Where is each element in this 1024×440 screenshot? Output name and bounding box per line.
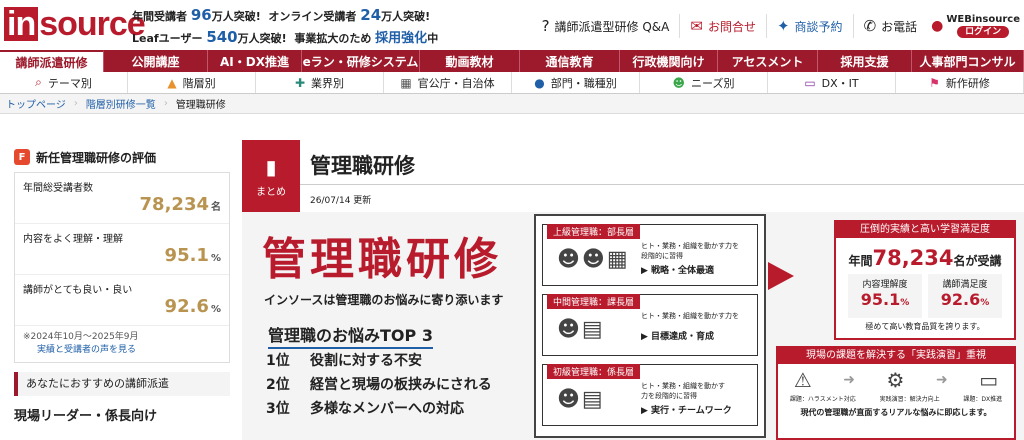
breadcrumb-level[interactable]: 階層別研修一覧 (86, 96, 156, 111)
summary-badge[interactable]: ▮ まとめ (242, 140, 300, 212)
update-date: 26/07/14 更新 (310, 196, 372, 206)
subnav-government[interactable]: ▦ 官公庁・自治体 (384, 72, 512, 93)
banner-title: 管理職研修 (262, 234, 502, 285)
insource-logo[interactable]: in source (4, 5, 146, 43)
handshake-icon: ✦ (776, 17, 790, 35)
top3-title: 管理職のお悩みTOP 3 (268, 322, 433, 349)
tier-middle: 中間管理職：課長層 ☻▤ ヒト・業務・組織を動かす力を ▶ 目標達成・育成 (542, 294, 758, 356)
nav-item-correspondence[interactable]: 通信教育 (520, 50, 620, 72)
tier-junior: 初級管理職：係長層 ☻▤ ヒト・業務・組織を動かす 力を段階的に習得 ▶ 実行・チ… (542, 364, 758, 426)
tier-panel: 上級管理職：部長層 ☻☻▦ ヒト・業務・組織を動かす力を 段階的に習得 ▶ 戦略・… (534, 214, 766, 438)
subnav-needs[interactable]: ☻ ニーズ別 (640, 72, 768, 93)
phone-link[interactable]: ✆ お電話 (852, 14, 928, 38)
nav-item-dispatch[interactable]: 講師派遣研修 (0, 50, 104, 72)
page-title: 管理職研修 (310, 154, 415, 178)
contact-link[interactable]: ✉ お問合せ (679, 14, 766, 38)
instructor-cell: 講師満足度 92.6% (928, 274, 1002, 318)
breadcrumb-current: 管理職研修 (175, 100, 226, 111)
flag-icon: ⚑ (929, 75, 940, 90)
header-stats: 年間受講者 96万人突破! オンライン受講者 24万人突破! Leafユーザー … (132, 6, 439, 46)
nav-item-government[interactable]: 行政機関向け (620, 50, 718, 72)
phone-icon: ✆ (863, 17, 877, 35)
stat-row: 講師がとても良い・良い 92.6% (15, 275, 229, 326)
sidebar-title: F 新任管理職研修の評価 (14, 146, 230, 168)
subnav-department[interactable]: ● 部門・職種別 (512, 72, 640, 93)
site-header: in source 年間受講者 96万人突破! オンライン受講者 24万人突破! … (0, 0, 1024, 50)
nav-item-hr-consult[interactable]: 人事部門コンサル (912, 50, 1024, 72)
rating-box: 年間総受講者数 78,234 名 内容をよく理解・理解 95.1% 講師がとても良… (14, 172, 230, 363)
consult-link[interactable]: ✦ 商談予約 (765, 14, 853, 38)
monitor-icon: ▭ (804, 75, 816, 90)
subnav-new[interactable]: ⚑ 新作研修 (896, 72, 1024, 93)
rank-item: 2位 経営と現場の板挟みにされる (266, 377, 492, 393)
recommend-header: あなたにおすすめの講師派遣 (14, 372, 230, 396)
sidebar: F 新任管理職研修の評価 年間総受講者数 78,234 名 内容をよく理解・理解 … (14, 146, 230, 363)
voice-link[interactable]: 実績と受講者の声を見る (23, 344, 221, 357)
sub-nav: ⌕ テーマ別 ▲ 階層別 ✚ 業界別 ▦ 官公庁・自治体 ● 部門・職種別 ☻ ニーズ別 ▭… (0, 72, 1024, 94)
subnav-dx-it[interactable]: ▭ DX・IT (768, 72, 896, 93)
warning-icon: ⚠ (793, 368, 812, 392)
rank-item: 1位 役割に対する不安 (266, 353, 422, 369)
web-icon: ● (931, 18, 944, 34)
question-icon: ? (541, 17, 550, 35)
subnav-theme[interactable]: ⌕ テーマ別 (0, 72, 128, 93)
nav-item-assessment[interactable]: アセスメント (718, 50, 818, 72)
stat-note: ※2024年10月～2025年9月 実績と受講者の声を見る (15, 326, 229, 362)
arrow-right-icon: ➜ (843, 372, 855, 388)
pyramid-icon: ▲ (167, 75, 177, 90)
rank-item: 3位 多様なメンバーへの対応 (266, 401, 464, 417)
recommend-item[interactable]: 現場リーダー・係長向け (14, 405, 157, 424)
mail-icon: ✉ (690, 17, 703, 35)
people-icon: ☻☻▦ (557, 247, 630, 272)
arrow-right-icon: ➜ (936, 372, 948, 388)
nav-item-public[interactable]: 公開講座 (104, 50, 208, 72)
breadcrumb: トップページ › 階層別研修一覧 › 管理職研修 (0, 94, 1024, 114)
gear-icon: ⚙ (886, 368, 905, 392)
team-icon: ☻▤ (557, 387, 605, 412)
subnav-industry[interactable]: ✚ 業界別 (256, 72, 384, 93)
person-icon: ☻▤ (557, 317, 605, 342)
header-links: ? 講師派遣型研修 Q&A ✉ お問合せ ✦ 商談予約 ✆ お電話 ● WEBinsou… (532, 10, 1024, 42)
achievement-box: 圧倒的実績と高い学習満足度 年間78,234名が受講 内容理解度 95.1% 講師… (834, 220, 1016, 340)
search-icon: ⌕ (35, 75, 42, 89)
nav-item-video[interactable]: 動画教材 (420, 50, 520, 72)
nav-item-recruit[interactable]: 採用支援 (818, 50, 912, 72)
tier-senior: 上級管理職：部長層 ☻☻▦ ヒト・業務・組織を動かす力を 段階的に習得 ▶ 戦略・… (542, 224, 758, 286)
title-divider (300, 184, 1024, 185)
stat-row: 内容をよく理解・理解 95.1% (15, 224, 229, 275)
people-icon: ☻ (672, 75, 686, 90)
nav-item-ai-dx[interactable]: AI・DX推進 (208, 50, 302, 72)
breadcrumb-top[interactable]: トップページ (0, 96, 66, 111)
qa-link[interactable]: ? 講師派遣型研修 Q&A (532, 14, 680, 38)
banner-subtitle: インソースは管理職のお悩みに寄り添います (264, 293, 504, 307)
login-button[interactable]: ● WEBinsource ログイン (927, 10, 1024, 42)
person-icon: ● (534, 75, 545, 90)
industry-icon: ✚ (294, 75, 306, 90)
understanding-cell: 内容理解度 95.1% (848, 274, 922, 318)
arrow-right-icon (768, 262, 794, 290)
computer-icon: ▭ (979, 368, 999, 392)
main-nav: 講師派遣研修 公開講座 AI・DX推進 eラン・研修システム 動画教材 通信教育… (0, 50, 1024, 72)
nav-item-elearning[interactable]: eラン・研修システム (302, 50, 420, 72)
chevron-right-icon: › (163, 98, 168, 109)
book-icon: ▮ (265, 154, 277, 179)
building-icon: ▦ (400, 75, 412, 90)
stat-row: 年間総受講者数 78,234 名 (15, 173, 229, 224)
chevron-right-icon: › (73, 98, 78, 109)
subnav-level[interactable]: ▲ 階層別 (128, 72, 256, 93)
practice-box: 現場の課題を解決する「実践演習」重視 ⚠ ➜ ⚙ ➜ ▭ 課題：ハラスメント対応… (776, 346, 1016, 440)
rating-icon: F (14, 149, 30, 165)
